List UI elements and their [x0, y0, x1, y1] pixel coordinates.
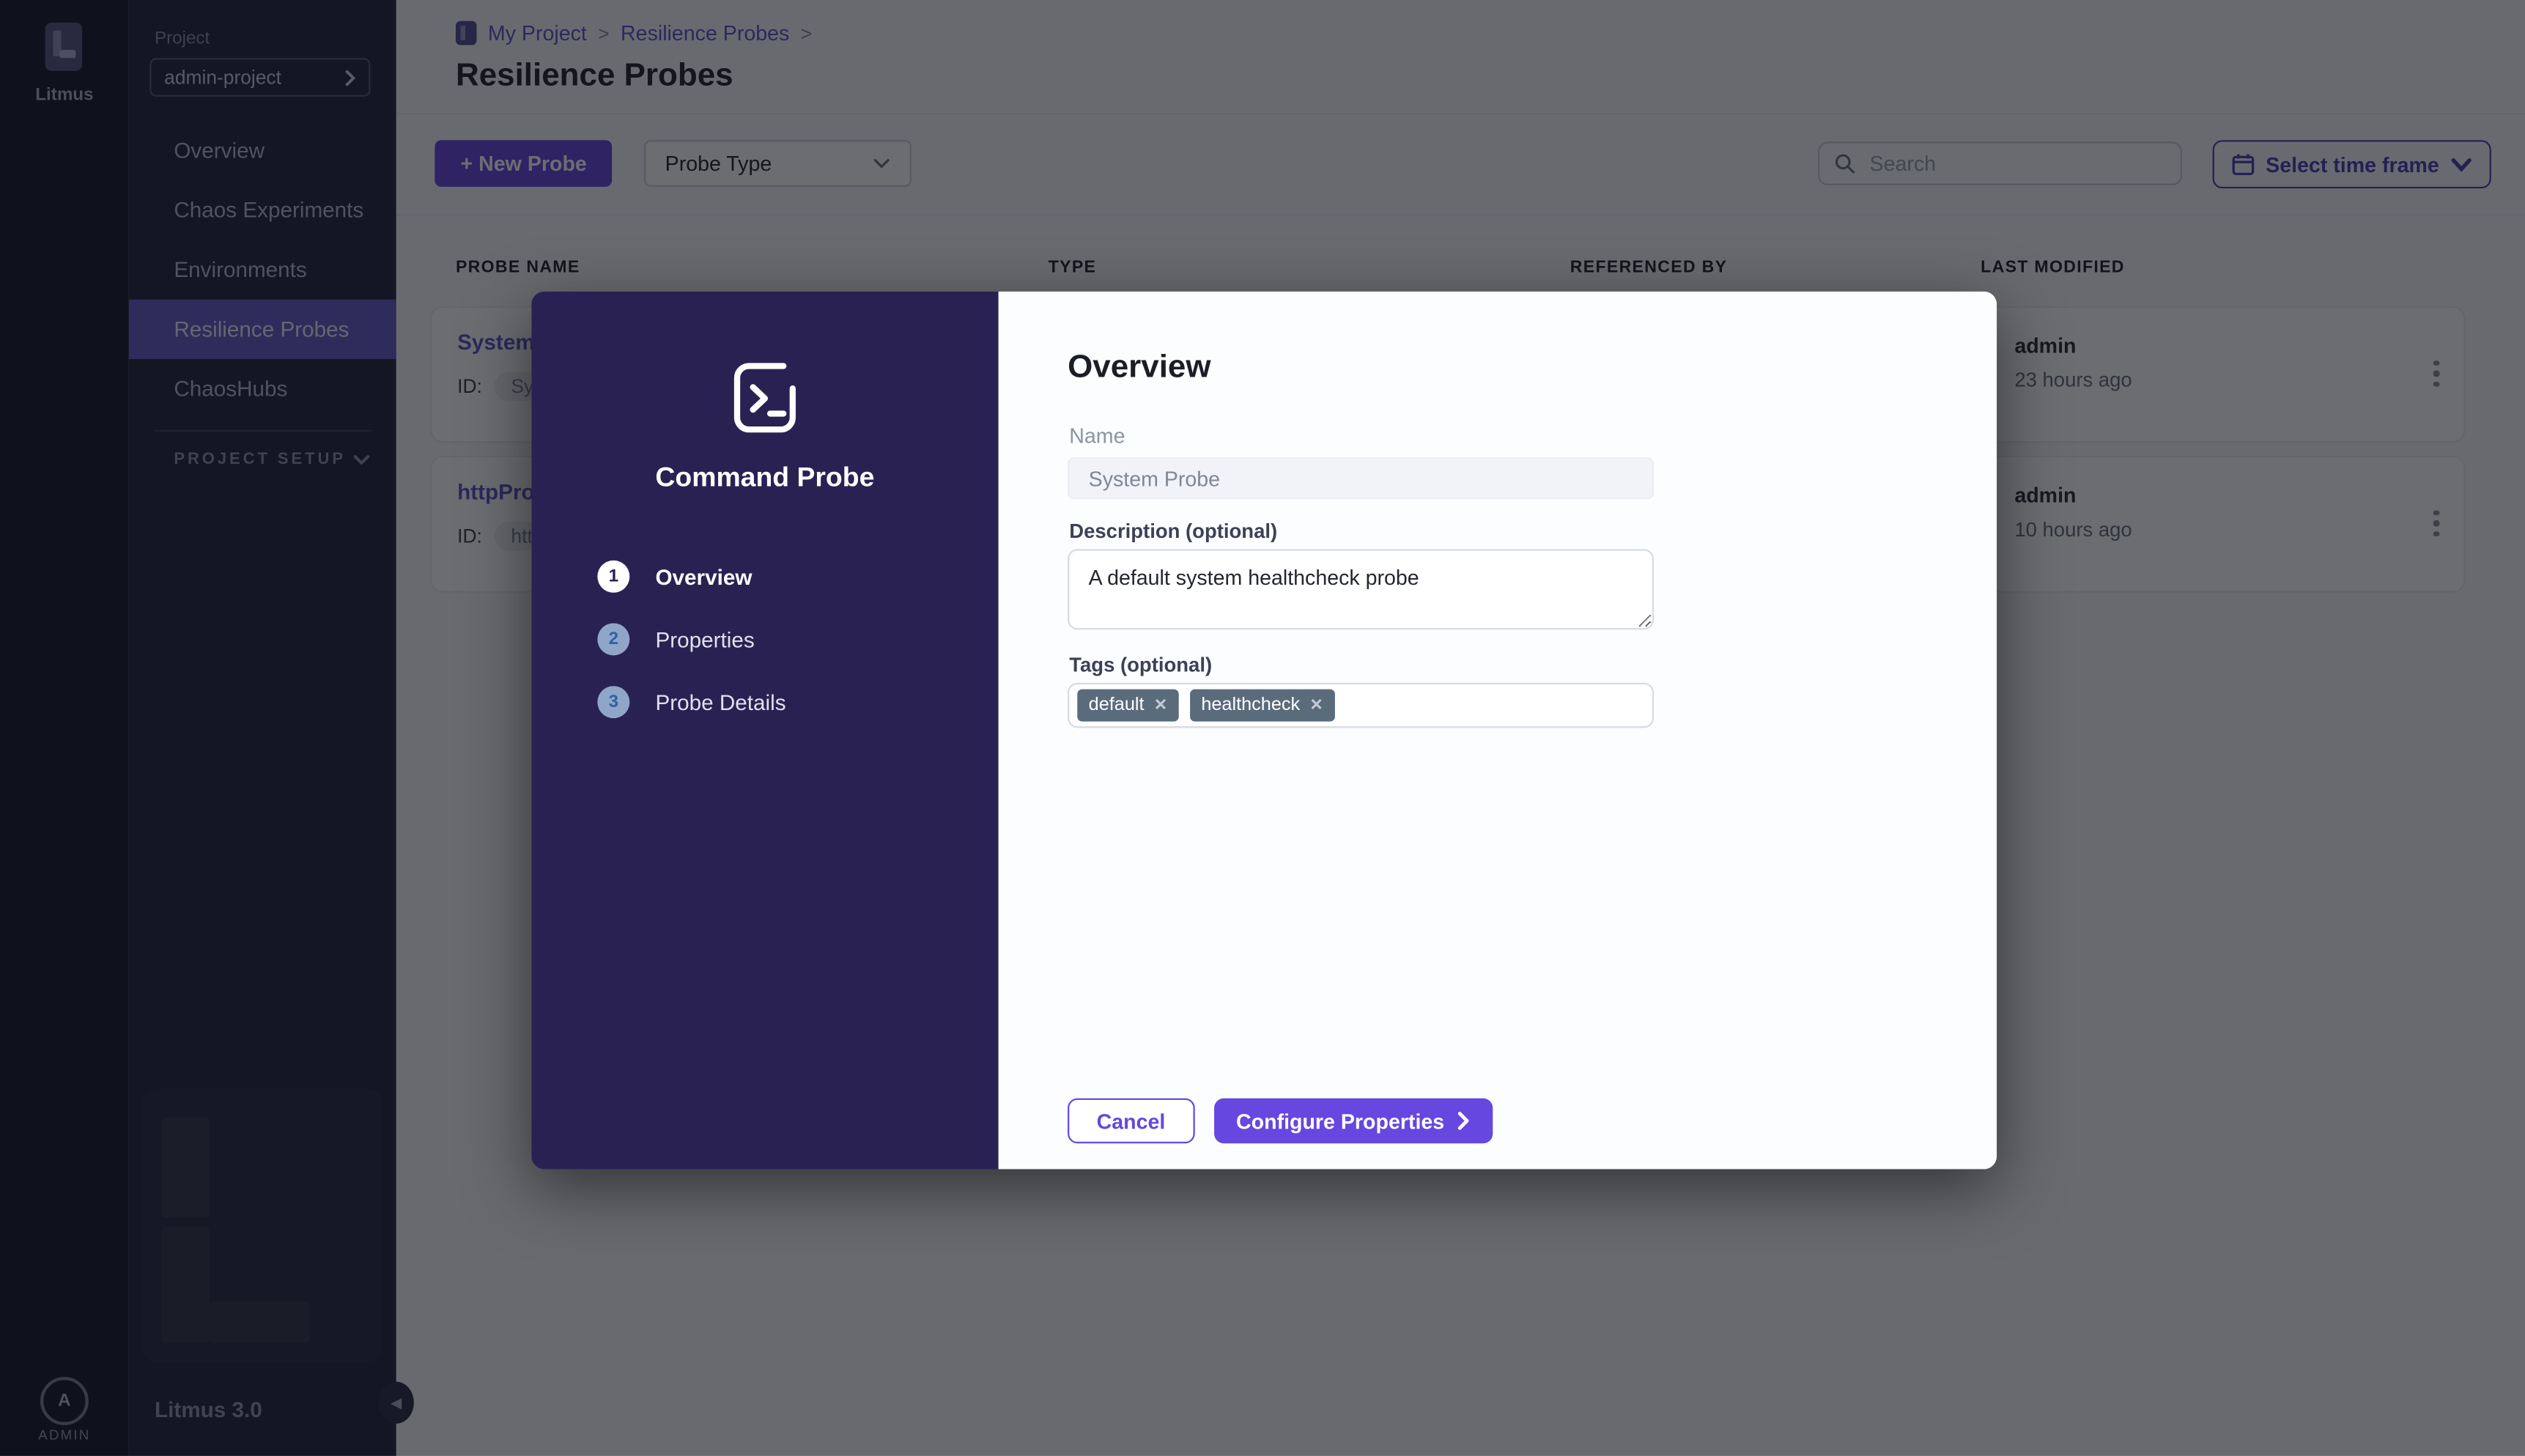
- litmus-app: Litmus A ADMIN Project admin-project Ove…: [0, 0, 2525, 1456]
- step-number: 3: [597, 686, 630, 719]
- wizard-step-properties[interactable]: 2 Properties: [597, 623, 755, 656]
- modal-side-panel: Command Probe 1 Overview 2 Properties 3 …: [531, 291, 999, 1169]
- configure-properties-label: Configure Properties: [1236, 1109, 1445, 1134]
- wizard-step-probe-details[interactable]: 3 Probe Details: [597, 686, 786, 719]
- create-probe-modal: Command Probe 1 Overview 2 Properties 3 …: [531, 291, 1997, 1169]
- modal-body: Overview Name Description (optional) A d…: [998, 291, 1997, 1169]
- step-label: Properties: [655, 627, 755, 651]
- probe-type-title: Command Probe: [655, 462, 875, 493]
- step-label: Overview: [655, 564, 753, 589]
- tag-chip: default ✕: [1077, 689, 1179, 722]
- command-probe-icon: [733, 363, 796, 433]
- description-field[interactable]: A default system healthcheck probe: [1068, 549, 1655, 630]
- step-number: 2: [597, 623, 630, 656]
- remove-tag-icon[interactable]: ✕: [1309, 697, 1323, 714]
- modal-title: Overview: [1068, 349, 1211, 385]
- configure-properties-button[interactable]: Configure Properties: [1213, 1098, 1493, 1144]
- wizard-step-overview[interactable]: 1 Overview: [597, 560, 753, 593]
- tags-label: Tags (optional): [1069, 654, 1213, 677]
- name-label: Name: [1069, 423, 1125, 448]
- tag-chip: healthcheck ✕: [1189, 689, 1335, 722]
- description-label: Description (optional): [1069, 520, 1278, 543]
- chevron-right-icon: [1457, 1112, 1469, 1130]
- tag-text: default: [1088, 695, 1145, 715]
- tags-input[interactable]: default ✕ healthcheck ✕: [1068, 682, 1655, 728]
- cancel-button[interactable]: Cancel: [1068, 1098, 1194, 1144]
- name-field[interactable]: [1068, 457, 1655, 500]
- remove-tag-icon[interactable]: ✕: [1154, 697, 1167, 714]
- step-number: 1: [597, 560, 630, 593]
- step-label: Probe Details: [655, 690, 786, 714]
- tag-text: healthcheck: [1201, 695, 1301, 715]
